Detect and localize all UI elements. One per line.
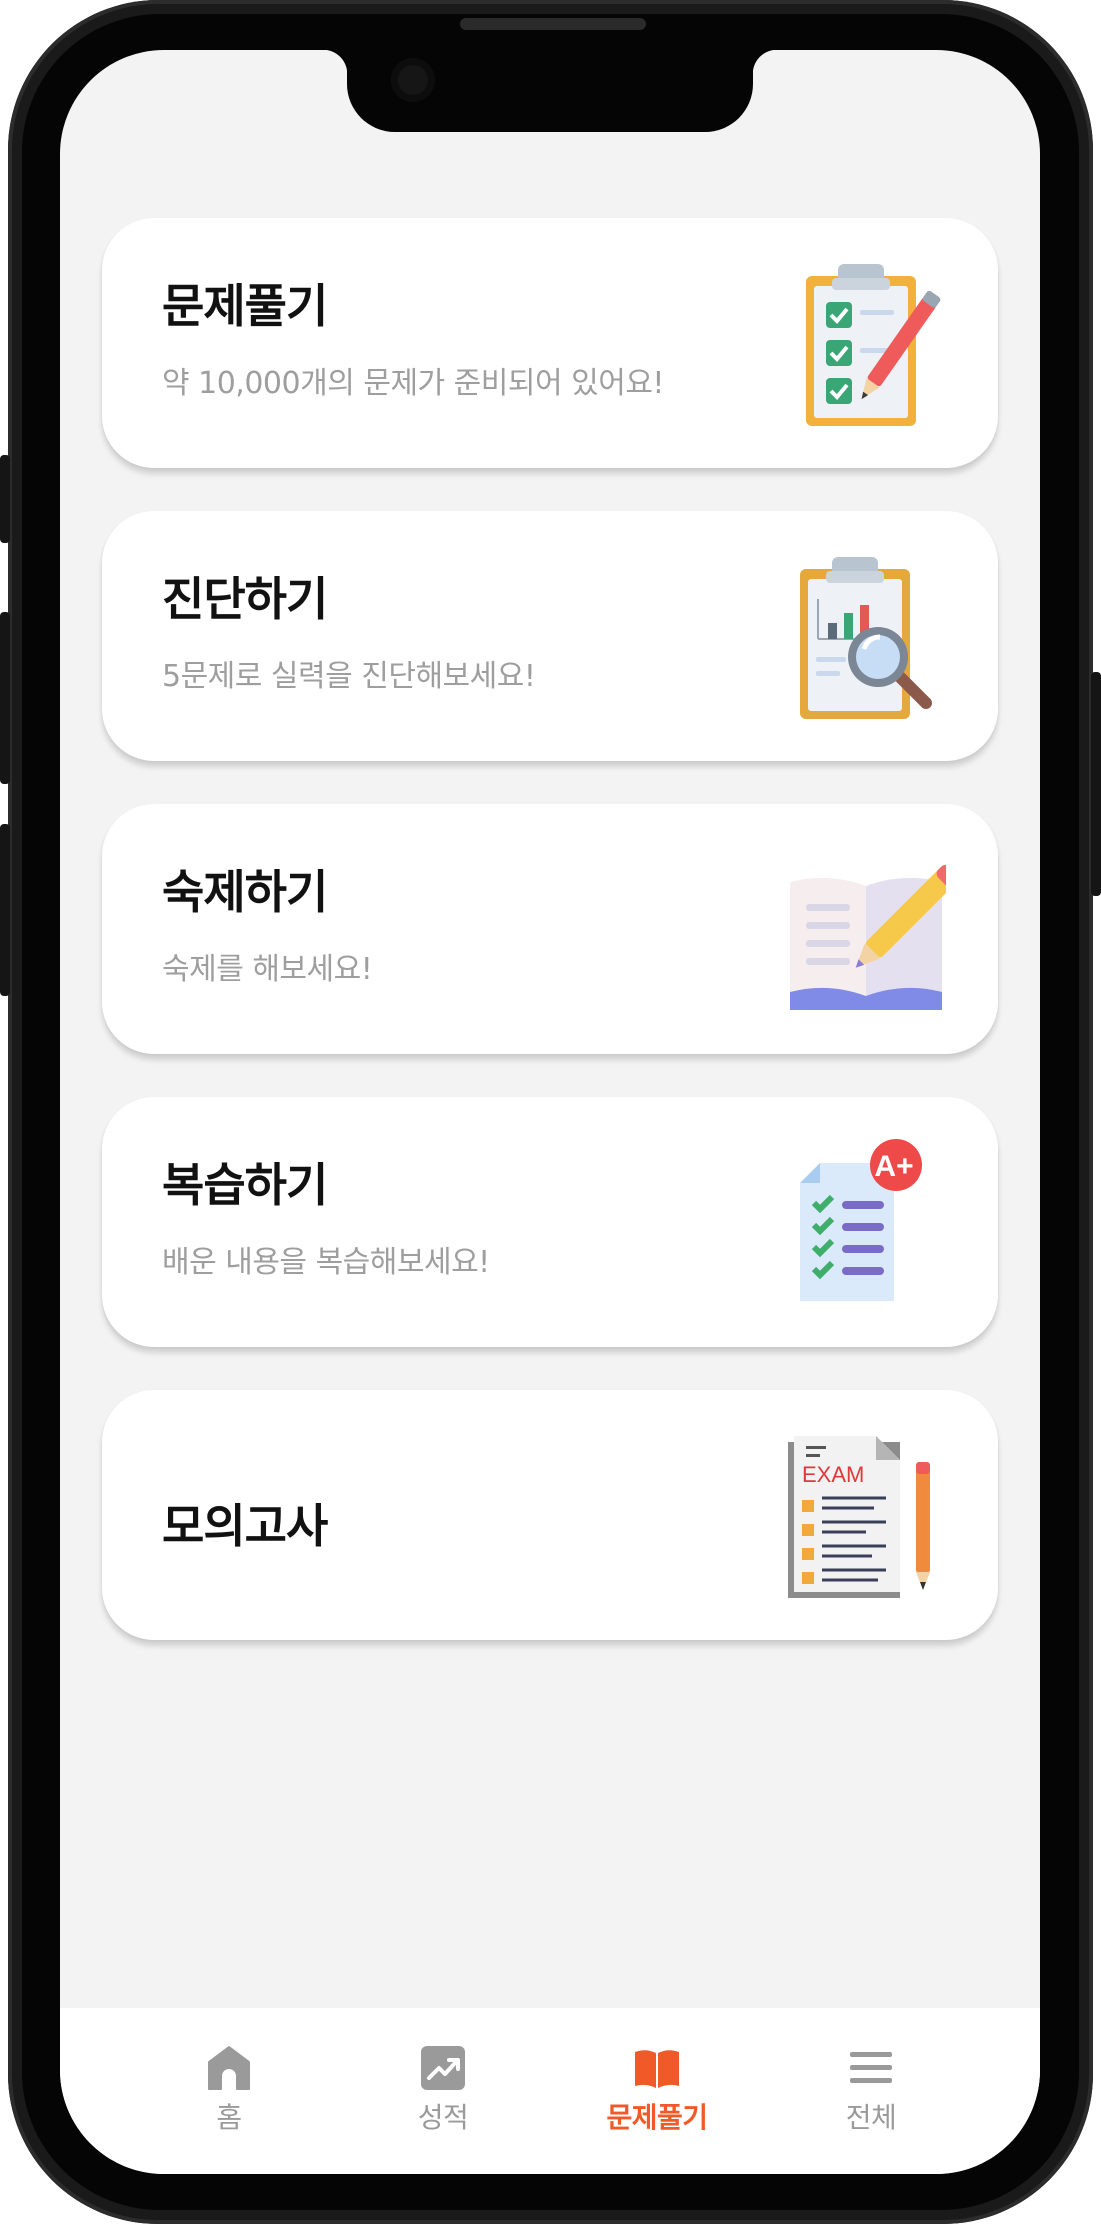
nav-label: 전체 (845, 2101, 897, 2134)
card-subtitle: 약 10,000개의 문제가 준비되어 있어요! (162, 366, 664, 401)
card-title: 진단하기 (162, 572, 328, 626)
clipboard-checklist-pencil-icon (806, 264, 941, 426)
card-subtitle: 5문제로 실력을 진단해보세요! (162, 659, 536, 694)
nav-label: 성적 (417, 2101, 469, 2134)
bottom-nav: 홈 성적 문제풀기 전체 (60, 2008, 1040, 2174)
nav-item-all[interactable]: 전체 (764, 2008, 978, 2174)
grade-badge-text: A+ (874, 1150, 913, 1183)
card-title: 복습하기 (162, 1158, 328, 1212)
card-solve-problems[interactable]: 문제풀기 약 10,000개의 문제가 준비되어 있어요! (102, 218, 998, 468)
chart-trend-icon (421, 2046, 465, 2090)
nav-label: 문제풀기 (606, 2101, 708, 2134)
card-title: 숙제하기 (162, 865, 328, 919)
menu-icon (850, 2052, 892, 2083)
exam-label: EXAM (802, 1462, 864, 1487)
card-diagnose[interactable]: 진단하기 5문제로 실력을 진단해보세요! (102, 511, 998, 761)
menu-card-list: 문제풀기 약 10,000개의 문제가 준비되어 있어요! 진단하기 5문제로 … (102, 218, 998, 1683)
exam-paper-pencil-icon: EXAM (788, 1436, 930, 1598)
card-subtitle: 배운 내용을 복습해보세요! (162, 1245, 490, 1280)
app-screen: 문제풀기 약 10,000개의 문제가 준비되어 있어요! 진단하기 5문제로 … (60, 50, 1040, 2174)
card-title: 모의고사 (162, 1499, 328, 1553)
card-subtitle: 숙제를 해보세요! (162, 952, 373, 987)
checklist-a-plus-icon: A+ (800, 1139, 922, 1301)
card-homework[interactable]: 숙제하기 숙제를 해보세요! (102, 804, 998, 1054)
nav-item-solve[interactable]: 문제풀기 (550, 2008, 764, 2174)
card-mock-exam[interactable]: 모의고사 EXAM (102, 1390, 998, 1640)
volume-down-button (0, 824, 10, 996)
home-icon (208, 2046, 250, 2090)
speaker-grille (460, 18, 646, 30)
card-review[interactable]: 복습하기 배운 내용을 복습해보세요! A+ (102, 1097, 998, 1347)
nav-label: 홈 (216, 2101, 242, 2134)
open-book-icon (635, 2050, 679, 2088)
nav-item-grades[interactable]: 성적 (336, 2008, 550, 2174)
volume-up-button (0, 612, 10, 784)
nav-item-home[interactable]: 홈 (122, 2008, 336, 2174)
power-button (1091, 672, 1101, 896)
clipboard-chart-magnifier-icon (800, 557, 932, 719)
open-book-pencil-icon (790, 864, 946, 1010)
mute-switch (0, 455, 10, 543)
front-camera (391, 58, 435, 102)
card-title: 문제풀기 (162, 279, 328, 333)
notch (323, 50, 777, 132)
